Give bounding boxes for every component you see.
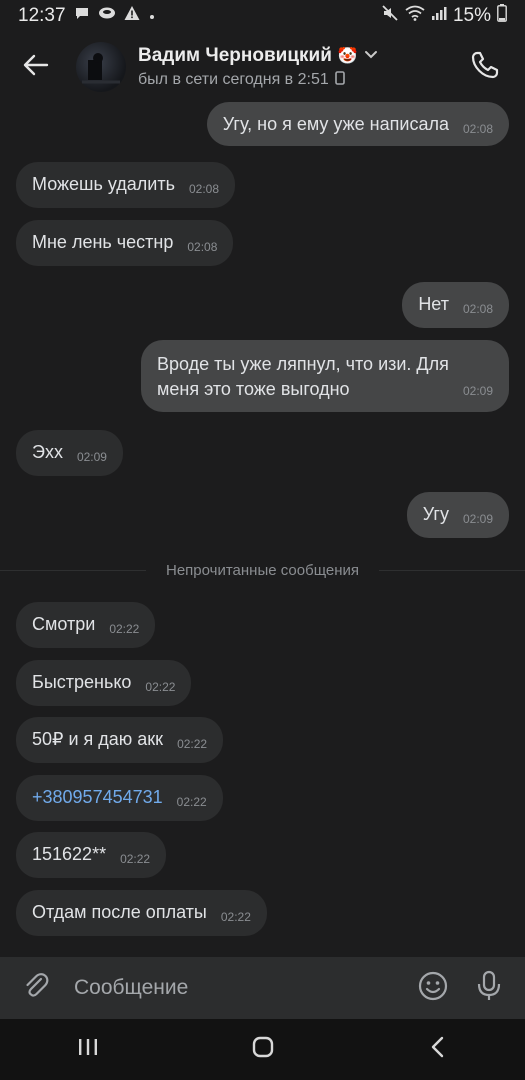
unread-divider-label: Непрочитанные сообщения — [166, 561, 359, 579]
message-outgoing[interactable]: Угу, но я ему уже написала 02:08 — [206, 102, 509, 146]
message-time: 02:09 — [462, 384, 493, 398]
emoji-button[interactable] — [405, 960, 461, 1016]
back-chevron-icon — [430, 1036, 446, 1063]
chat-notification-icon — [74, 5, 90, 27]
avatar[interactable] — [76, 42, 126, 92]
mute-icon — [381, 4, 399, 28]
divider-line — [0, 569, 146, 571]
message-time: 02:08 — [462, 302, 493, 316]
signal-icon — [431, 5, 447, 27]
status-time: 12:37 — [18, 5, 66, 26]
message-time: 02:08 — [462, 122, 493, 136]
divider-line — [379, 569, 525, 571]
game-notification-icon — [98, 5, 116, 27]
back-button[interactable] — [8, 39, 64, 95]
message-time: 02:22 — [109, 622, 140, 636]
message-text: Смотри — [32, 614, 96, 634]
message-text: Быстренько — [32, 672, 132, 692]
message-outgoing[interactable]: Нет 02:08 — [402, 282, 509, 328]
message-outgoing[interactable]: Вроде ты уже ляпнул, что изи. Для меня э… — [141, 340, 509, 412]
message-time: 02:09 — [462, 512, 493, 526]
home-button[interactable] — [223, 1025, 303, 1075]
warning-icon — [124, 5, 140, 27]
message-incoming[interactable]: +380957454731 02:22 — [16, 775, 223, 821]
status-right: 15% — [381, 4, 507, 28]
message-time: 02:22 — [145, 680, 176, 694]
attach-button[interactable] — [8, 960, 64, 1016]
call-button[interactable] — [457, 39, 513, 95]
message-time: 02:22 — [220, 910, 251, 924]
avatar-photo-icon — [82, 53, 120, 84]
contact-name: Вадим Черновицкий — [138, 44, 332, 66]
status-left: 12:37 — [18, 5, 156, 27]
chat-header: Вадим Черновицкий 🤡 был в сети сегодня в… — [0, 32, 525, 102]
message-incoming[interactable]: Быстренько 02:22 — [16, 660, 192, 706]
message-text: Можешь удалить — [32, 174, 175, 194]
message-composer — [0, 957, 525, 1019]
message-incoming[interactable]: Отдам после оплаты 02:22 — [16, 890, 267, 936]
message-time: 02:08 — [188, 182, 220, 196]
message-time: 02:09 — [76, 450, 107, 464]
message-time: 02:08 — [187, 240, 218, 254]
clown-emoji: 🤡 — [337, 47, 358, 65]
back-arrow-icon — [23, 54, 49, 81]
battery-icon — [497, 4, 507, 28]
message-incoming[interactable]: Можешь удалить 02:08 — [16, 162, 236, 208]
message-text: Угу, но я ему уже написала — [222, 114, 449, 134]
more-notifications-dot-icon — [148, 5, 156, 27]
message-incoming[interactable]: 151622** 02:22 — [16, 832, 167, 878]
status-bar: 12:37 15% — [0, 0, 525, 32]
message-list[interactable]: Угу, но я ему уже написала 02:08 Можешь у… — [0, 102, 525, 952]
message-text: 151622** — [32, 844, 107, 864]
message-text: Нет — [418, 294, 449, 314]
message-text: Угу — [422, 504, 449, 524]
unread-divider: Непрочитанные сообщения — [0, 560, 525, 580]
home-icon — [251, 1035, 275, 1064]
message-text: Отдам после оплаты — [32, 902, 207, 922]
message-text: Мне лень честнр — [32, 232, 174, 252]
back-nav-button[interactable] — [398, 1025, 478, 1075]
chevron-down-icon[interactable] — [364, 47, 378, 65]
contact-name-row: Вадим Черновицкий 🤡 — [138, 45, 457, 67]
wifi-icon — [405, 5, 425, 27]
message-incoming[interactable]: Мне лень честнр 02:08 — [16, 220, 234, 266]
battery-percent: 15% — [452, 5, 491, 26]
contact-status-row: был в сети сегодня в 2:51 — [138, 70, 457, 90]
paperclip-icon — [21, 971, 51, 1006]
message-incoming[interactable]: Смотри 02:22 — [16, 602, 156, 648]
message-outgoing[interactable]: Угу 02:09 — [406, 492, 509, 538]
message-input[interactable] — [72, 975, 405, 1001]
recent-apps-button[interactable] — [48, 1025, 128, 1075]
contact-info[interactable]: Вадим Черновицкий 🤡 был в сети сегодня в… — [138, 45, 457, 90]
message-time: 02:22 — [177, 737, 208, 751]
smile-icon — [417, 970, 449, 1007]
message-incoming[interactable]: 50₽ и я даю акк 02:22 — [16, 717, 224, 763]
mobile-device-icon — [334, 70, 345, 90]
phone-icon — [470, 50, 500, 85]
message-time: 02:22 — [176, 795, 207, 809]
message-text: Вроде ты уже ляпнул, что изи. Для меня э… — [157, 354, 449, 399]
message-text: Эхх — [32, 442, 63, 462]
message-text: 50₽ и я даю акк — [32, 729, 164, 749]
phone-number-link[interactable]: +380957454731 — [32, 787, 163, 807]
system-navigation-bar — [0, 1019, 525, 1080]
contact-status: был в сети сегодня в 2:51 — [138, 71, 329, 88]
voice-message-button[interactable] — [461, 960, 517, 1016]
message-incoming[interactable]: Эхх 02:09 — [16, 430, 123, 476]
message-time: 02:22 — [120, 852, 151, 866]
recent-apps-icon — [77, 1037, 99, 1062]
microphone-icon — [475, 970, 503, 1007]
